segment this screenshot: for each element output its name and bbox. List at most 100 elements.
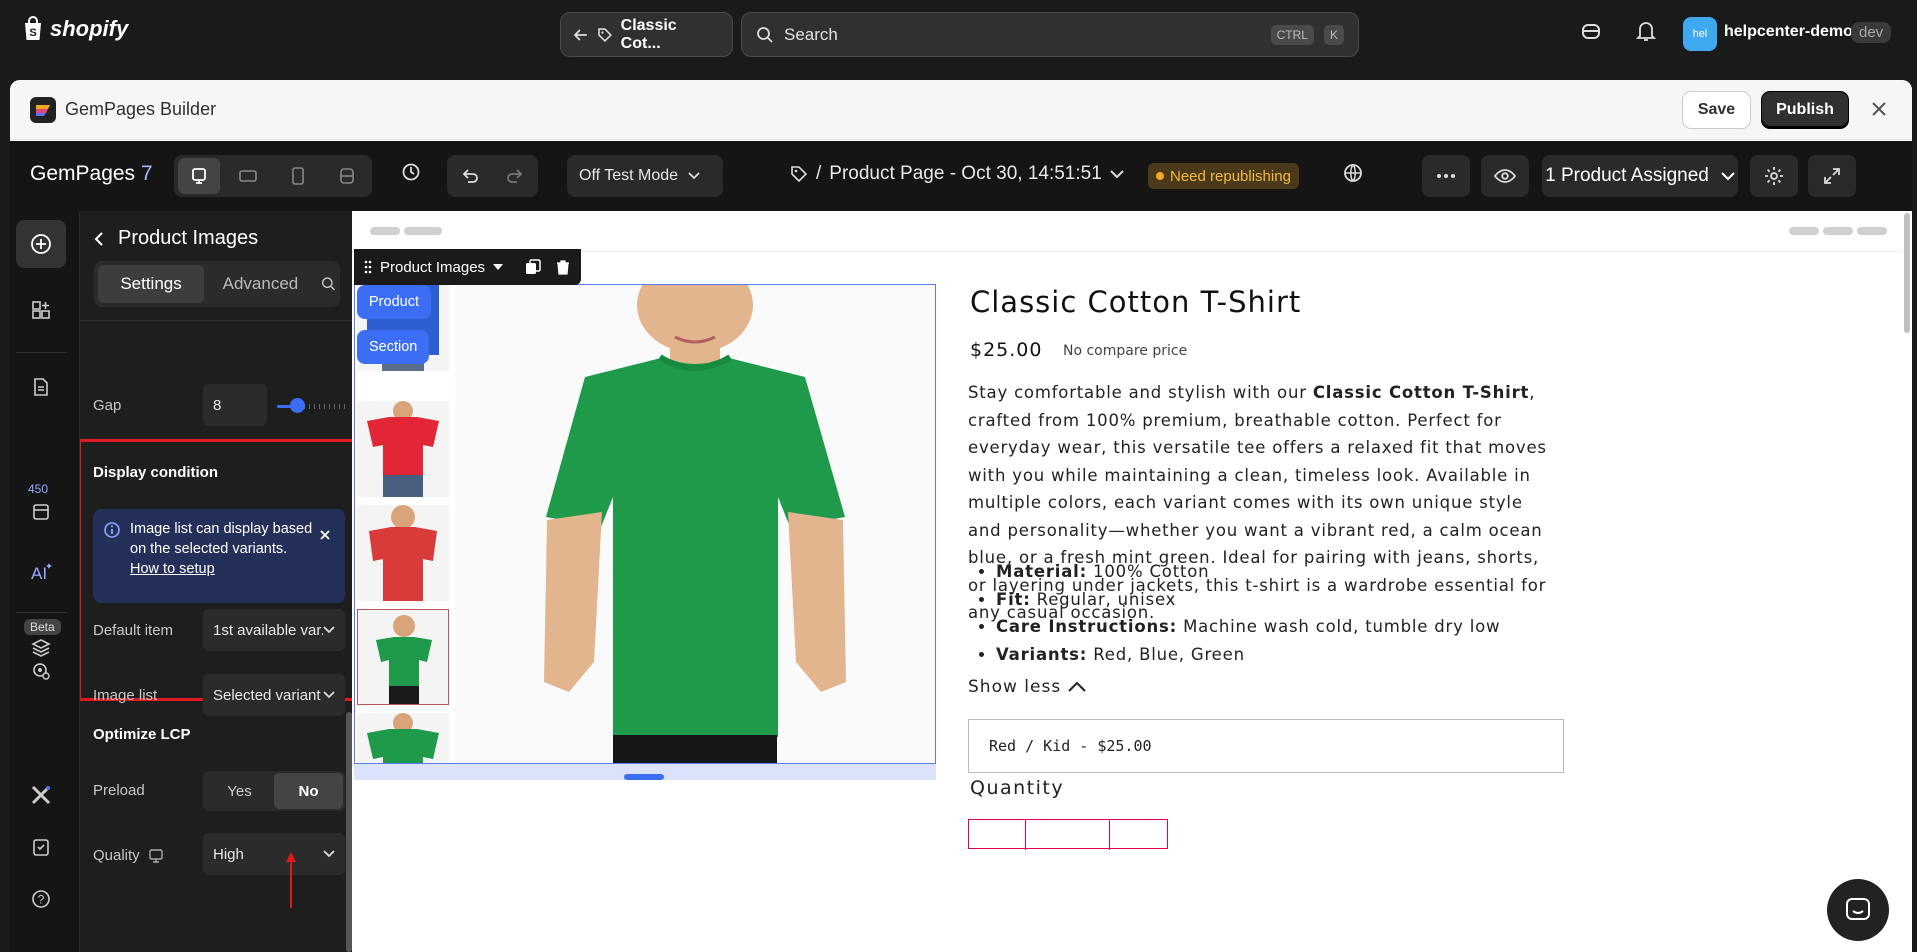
search-bar[interactable]: Search CTRL K — [741, 12, 1359, 57]
sections-button[interactable] — [16, 286, 66, 334]
store-icon[interactable] — [1580, 20, 1602, 42]
product-features-list: Material: 100% Cotton Fit: Regular, unis… — [996, 558, 1556, 668]
product-images-block[interactable]: Product Section — [354, 284, 936, 764]
show-less-label: Show less — [968, 677, 1062, 697]
tablet-landscape-button[interactable] — [228, 158, 270, 194]
add-element-button[interactable] — [16, 220, 66, 268]
panel-tabs: Settings Advanced — [94, 261, 340, 307]
checklist-button[interactable] — [16, 823, 66, 871]
tab-advanced[interactable]: Advanced — [204, 265, 317, 303]
mobile-view-button[interactable] — [277, 158, 319, 194]
store-name[interactable]: helpcenter-demo — [1724, 23, 1853, 41]
desktop-view-button[interactable] — [178, 158, 220, 194]
shopify-wordmark: shopify — [50, 16, 129, 41]
chevron-left-icon[interactable] — [94, 231, 104, 247]
tab-settings[interactable]: Settings — [98, 265, 205, 303]
feature-value: 100% Cotton — [1087, 562, 1210, 581]
info-icon — [104, 522, 120, 538]
responsive-icon — [340, 168, 355, 184]
bell-icon[interactable] — [1636, 20, 1656, 42]
resize-handle[interactable] — [624, 774, 664, 780]
search-icon[interactable] — [321, 275, 336, 293]
globe-language-icon[interactable] — [1342, 162, 1364, 184]
save-button[interactable]: Save — [1682, 91, 1751, 129]
shopify-logo[interactable]: S shopify — [22, 16, 128, 42]
app-title: GemPages Builder — [65, 99, 217, 119]
duplicate-icon[interactable] — [525, 259, 541, 275]
preview-button[interactable] — [1481, 155, 1529, 197]
library-button[interactable] — [16, 494, 66, 530]
add-blocks-icon — [32, 301, 50, 319]
ai-sparkle-icon: AI — [31, 563, 52, 582]
gap-input[interactable]: 8 — [203, 384, 267, 426]
preload-no[interactable]: No — [274, 773, 343, 809]
feature-value: Red, Blue, Green — [1087, 644, 1245, 664]
drag-handle-icon[interactable] — [364, 260, 372, 274]
section-tag-button[interactable]: Section — [357, 330, 430, 364]
page-selector[interactable]: / Product Page - Oct 30, 14:51:51 — [790, 163, 1124, 185]
block-resize-bar[interactable] — [354, 764, 936, 780]
canvas-scrollbar[interactable] — [1904, 213, 1910, 333]
device-switcher — [174, 155, 372, 197]
show-less-toggle[interactable]: Show less — [968, 677, 1087, 697]
more-horizontal-icon — [1437, 174, 1455, 178]
product-tag-button[interactable]: Product — [357, 285, 431, 319]
close-icon[interactable] — [1870, 100, 1888, 118]
compare-price: No compare price — [1063, 343, 1188, 359]
integrations-button[interactable] — [16, 647, 66, 695]
apps-x-button[interactable] — [16, 771, 66, 819]
preload-yes[interactable]: Yes — [205, 773, 274, 809]
image-list-select[interactable]: Selected variant — [203, 674, 345, 716]
panel-title: Product Images — [118, 227, 259, 249]
more-options-button[interactable] — [1422, 155, 1470, 197]
thumbnail-red-1[interactable] — [357, 401, 449, 497]
ai-button[interactable]: AI — [16, 548, 66, 596]
annotation-arrow — [286, 852, 296, 908]
close-icon[interactable] — [319, 529, 331, 541]
default-item-select[interactable]: 1st available var... — [203, 609, 345, 651]
main-product-image[interactable] — [455, 285, 935, 763]
feature-key: Fit: — [996, 589, 1031, 609]
gap-label: Gap — [93, 397, 122, 414]
avatar[interactable]: hel — [1683, 17, 1717, 51]
chevron-down-icon — [688, 172, 700, 180]
quality-select[interactable]: High — [203, 833, 345, 875]
trash-icon[interactable] — [555, 259, 571, 275]
settings-button[interactable] — [1750, 155, 1798, 197]
quantity-stepper[interactable] — [968, 819, 1168, 850]
history-icon[interactable] — [401, 162, 421, 182]
fullscreen-button[interactable] — [1808, 155, 1856, 197]
info-text: Image list can display based on the sele… — [130, 521, 313, 557]
feature-value: Regular, unisex — [1030, 589, 1177, 609]
chevron-down-icon — [323, 850, 335, 858]
help-button[interactable]: ? — [16, 875, 66, 923]
redo-icon[interactable] — [505, 166, 525, 186]
kbd-ctrl: CTRL — [1270, 24, 1314, 45]
test-mode-dropdown[interactable]: Off Test Mode — [567, 155, 723, 197]
quantity-label: Quantity — [970, 777, 1065, 799]
mobile-icon — [291, 167, 304, 185]
feature-key: Variants: — [996, 644, 1088, 664]
thumbnail-green-selected[interactable] — [357, 609, 449, 705]
canvas-header-menu-placeholder — [1789, 227, 1887, 235]
list-item: Variants: Red, Blue, Green — [996, 641, 1556, 669]
gap-slider[interactable] — [277, 398, 347, 413]
chevron-down-icon — [1110, 169, 1124, 178]
thumbnail-green-2[interactable] — [357, 713, 449, 763]
header-divider — [352, 251, 1902, 252]
how-to-setup-link[interactable]: How to setup — [130, 561, 215, 577]
resource-breadcrumb[interactable]: Classic Cot... — [560, 12, 733, 57]
search-icon — [757, 26, 773, 43]
caret-down-icon[interactable] — [493, 264, 504, 270]
assigned-products-dropdown[interactable]: 1 Product Assigned — [1542, 155, 1738, 197]
element-toolbar-label[interactable]: Product Images — [380, 259, 485, 276]
thumbnail-red-2[interactable] — [357, 505, 449, 601]
publish-button[interactable]: Publish — [1761, 91, 1849, 129]
slider-thumb[interactable] — [289, 398, 305, 413]
pages-button[interactable] — [16, 363, 66, 411]
product-title: Classic Cotton T-Shirt — [970, 285, 1302, 319]
variant-select[interactable]: Red / Kid - $25.00 — [968, 719, 1564, 773]
chat-launcher[interactable] — [1827, 879, 1889, 941]
responsive-view-button[interactable] — [327, 158, 369, 194]
undo-icon[interactable] — [460, 166, 480, 186]
